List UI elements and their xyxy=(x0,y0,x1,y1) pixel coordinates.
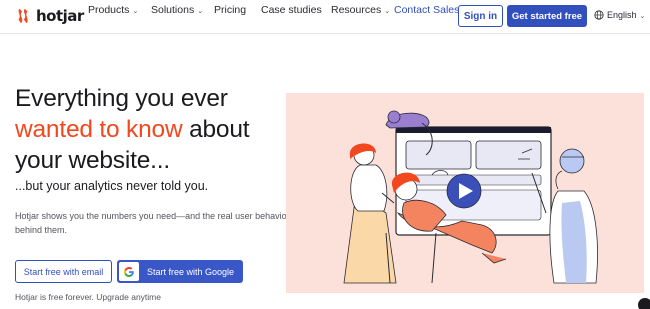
nav-item-resources[interactable]: Resources ⌄ xyxy=(331,4,390,16)
chevron-down-icon: ⌄ xyxy=(384,8,391,15)
hero-headline: Everything you ever wanted to know about… xyxy=(15,83,285,176)
nav-item-label: Resources xyxy=(331,4,382,16)
chevron-down-icon: ⌄ xyxy=(197,8,204,15)
start-free-google-button[interactable]: Start free with Google xyxy=(117,260,243,283)
google-button-label: Start free with Google xyxy=(147,266,235,277)
brand-name: hotjar xyxy=(36,7,84,25)
google-g-icon xyxy=(119,262,139,281)
hero-subhead: ...but your analytics never told you. xyxy=(15,179,209,193)
globe-icon xyxy=(594,10,604,20)
contact-sales-link[interactable]: Contact Sales xyxy=(394,4,459,16)
nav-item-pricing[interactable]: Pricing xyxy=(214,4,246,16)
site-header: hotjar Products ⌄ Solutions ⌄ Pricing Ca… xyxy=(0,0,650,34)
hotjar-logo[interactable]: hotjar xyxy=(14,7,84,25)
nav-item-solutions[interactable]: Solutions ⌄ xyxy=(151,4,203,16)
nav-item-label: Pricing xyxy=(214,4,247,16)
chevron-down-icon: ⌄ xyxy=(639,13,646,20)
hero-description: Hotjar shows you the numbers you need—an… xyxy=(15,211,290,235)
get-started-button[interactable]: Get started free xyxy=(507,5,587,27)
nav-item-label: Case studies xyxy=(261,4,322,16)
sign-in-button[interactable]: Sign in xyxy=(458,5,503,27)
hero-illustration xyxy=(286,93,644,293)
chevron-down-icon: ⌄ xyxy=(132,8,139,15)
headline-accent: wanted to know xyxy=(15,116,183,143)
chat-widget-button[interactable] xyxy=(638,298,650,309)
hotjar-logo-icon xyxy=(18,8,28,24)
nav-item-label: Products xyxy=(88,4,130,16)
nav-item-products[interactable]: Products ⌄ xyxy=(88,4,138,16)
start-free-email-button[interactable]: Start free with email xyxy=(15,260,112,283)
nav-item-label: Solutions xyxy=(151,4,195,16)
language-label: English xyxy=(607,10,637,20)
nav-item-case-studies[interactable]: Case studies xyxy=(261,4,322,16)
hero-illustration-art xyxy=(343,110,598,284)
language-selector[interactable]: English ⌄ xyxy=(594,10,645,20)
free-forever-note: Hotjar is free forever. Upgrade anytime xyxy=(15,292,161,302)
headline-part1: Everything you ever xyxy=(15,85,228,112)
contact-sales-label: Contact Sales xyxy=(394,4,460,16)
